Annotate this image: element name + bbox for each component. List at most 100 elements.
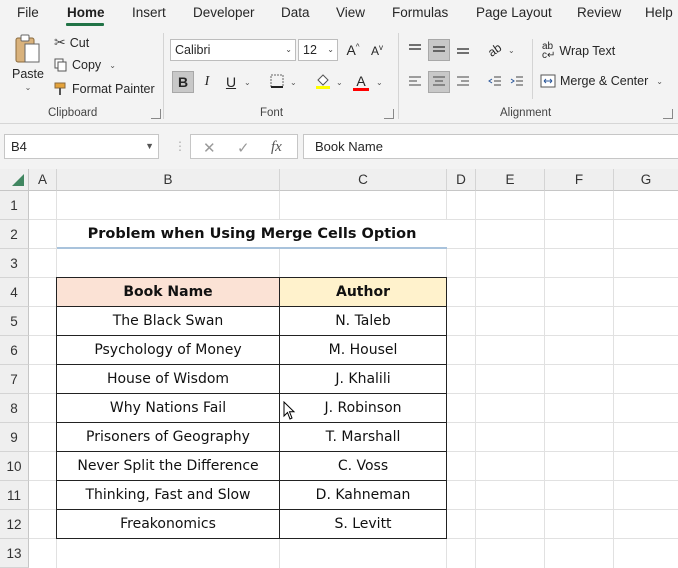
row-header-1[interactable]: 1 [0,191,29,220]
bold-label: B [177,74,189,90]
column-header-b[interactable]: B [57,169,280,191]
chevron-down-icon[interactable]: ⌄ [508,46,515,55]
book-name-cell[interactable]: The Black Swan [56,306,280,336]
author-cell[interactable]: S. Levitt [279,509,447,539]
cancel-icon[interactable]: ✕ [203,139,216,157]
paste-button[interactable]: Paste ⌄ [10,33,46,92]
menu-data[interactable]: Data [281,5,310,20]
decrease-indent-button[interactable] [484,71,506,93]
row-header-10[interactable]: 10 [0,452,29,481]
name-box[interactable]: B4 ▼ [4,134,159,159]
chevron-down-icon[interactable]: ⌄ [290,78,297,87]
sheet-title[interactable]: Problem when Using Merge Cells Option [57,220,447,249]
menu-review[interactable]: Review [577,5,621,20]
book-name-cell[interactable]: House of Wisdom [56,364,280,394]
author-cell[interactable]: D. Kahneman [279,480,447,510]
fill-color-button[interactable] [312,71,334,93]
column-header-c[interactable]: C [280,169,447,191]
align-middle-button[interactable] [428,39,450,61]
bold-button[interactable]: B [172,71,194,93]
fill-bucket-icon [315,72,331,93]
font-color-button[interactable]: A [350,71,372,93]
book-name-cell[interactable]: Psychology of Money [56,335,280,365]
row-header-13[interactable]: 13 [0,539,29,568]
author-cell[interactable]: M. Housel [279,335,447,365]
dialog-launcher-icon[interactable] [384,109,394,119]
menu-developer[interactable]: Developer [193,5,255,20]
merge-center-button[interactable]: Merge & Center ⌄ [540,74,663,88]
author-cell[interactable]: C. Voss [279,451,447,481]
menu-page-layout[interactable]: Page Layout [476,5,552,20]
select-all-button[interactable] [0,169,29,191]
author-cell[interactable]: J. Khalili [279,364,447,394]
row-header-4[interactable]: 4 [0,278,29,307]
row-header-12[interactable]: 12 [0,510,29,539]
book-name-cell[interactable]: Never Split the Difference [56,451,280,481]
author-cell[interactable]: N. Taleb [279,306,447,336]
menu-bar: File Home Insert Developer Data View For… [0,0,678,27]
align-bottom-button[interactable] [452,39,474,61]
cut-button[interactable]: ✂ Cut [54,34,89,51]
book-name-cell[interactable]: Thinking, Fast and Slow [56,480,280,510]
author-cell[interactable]: T. Marshall [279,422,447,452]
wrap-text-button[interactable]: ab c↵ Wrap Text [542,41,615,61]
copy-button[interactable]: Copy ⌄ [54,58,116,72]
align-top-button[interactable] [404,39,426,61]
menu-home[interactable]: Home [67,5,105,20]
wrap-text-icon: ab c↵ [542,41,556,61]
underline-button[interactable]: U [220,71,242,93]
row-header-2[interactable]: 2 [0,220,29,249]
column-header-f[interactable]: F [545,169,614,191]
row-header-7[interactable]: 7 [0,365,29,394]
row-header-3[interactable]: 3 [0,249,29,278]
row-header-5[interactable]: 5 [0,307,29,336]
menu-insert[interactable]: Insert [132,5,166,20]
check-icon[interactable]: ✓ [237,139,250,157]
name-box-value: B4 [11,139,27,154]
book-name-cell[interactable]: Why Nations Fail [56,393,280,423]
align-center-button[interactable] [428,71,450,93]
row-header-9[interactable]: 9 [0,423,29,452]
formula-input[interactable]: Book Name [303,134,678,159]
dialog-launcher-icon[interactable] [663,109,673,119]
gridline [613,191,614,568]
align-left-button[interactable] [404,71,426,93]
row-header-11[interactable]: 11 [0,481,29,510]
font-size-value: 12 [303,43,317,57]
row-header-6[interactable]: 6 [0,336,29,365]
dialog-launcher-icon[interactable] [151,109,161,119]
format-painter-button[interactable]: Format Painter [54,82,155,96]
borders-button[interactable] [266,71,288,93]
chevron-down-icon: ⌄ [24,83,32,92]
menu-view[interactable]: View [336,5,365,20]
column-header-e[interactable]: E [476,169,545,191]
worksheet: A B C D E F G 1 2 3 4 5 6 7 8 9 10 11 12… [0,169,678,568]
table-row: Psychology of Money M. Housel [56,335,447,365]
decrease-font-size-button[interactable]: Av [366,39,388,61]
orientation-button[interactable]: ab [484,39,506,61]
font-name-select[interactable]: Calibri ⌄ [170,39,296,61]
menu-file[interactable]: File [17,5,39,20]
column-header-d[interactable]: D [447,169,476,191]
align-right-button[interactable] [452,71,474,93]
chevron-down-icon[interactable]: ⌄ [244,78,251,87]
increase-font-size-button[interactable]: A^ [342,39,364,61]
italic-button[interactable]: I [196,71,218,93]
column-header-a[interactable]: A [29,169,57,191]
chevron-down-icon: ⌄ [109,60,116,70]
chevron-down-icon[interactable]: ⌄ [336,78,343,87]
font-size-select[interactable]: 12 ⌄ [298,39,338,61]
author-cell[interactable]: J. Robinson [279,393,447,423]
book-name-cell[interactable]: Freakonomics [56,509,280,539]
header-book-name[interactable]: Book Name [56,277,280,307]
menu-help[interactable]: Help [645,5,673,20]
book-name-cell[interactable]: Prisoners of Geography [56,422,280,452]
chevron-down-icon[interactable]: ⌄ [376,78,383,87]
row-header-8[interactable]: 8 [0,394,29,423]
header-author[interactable]: Author [279,277,447,307]
increase-indent-button[interactable] [506,71,528,93]
insert-function-icon[interactable]: fx [271,139,282,156]
align-bottom-icon [456,42,470,58]
column-header-g[interactable]: G [614,169,678,191]
menu-formulas[interactable]: Formulas [392,5,448,20]
